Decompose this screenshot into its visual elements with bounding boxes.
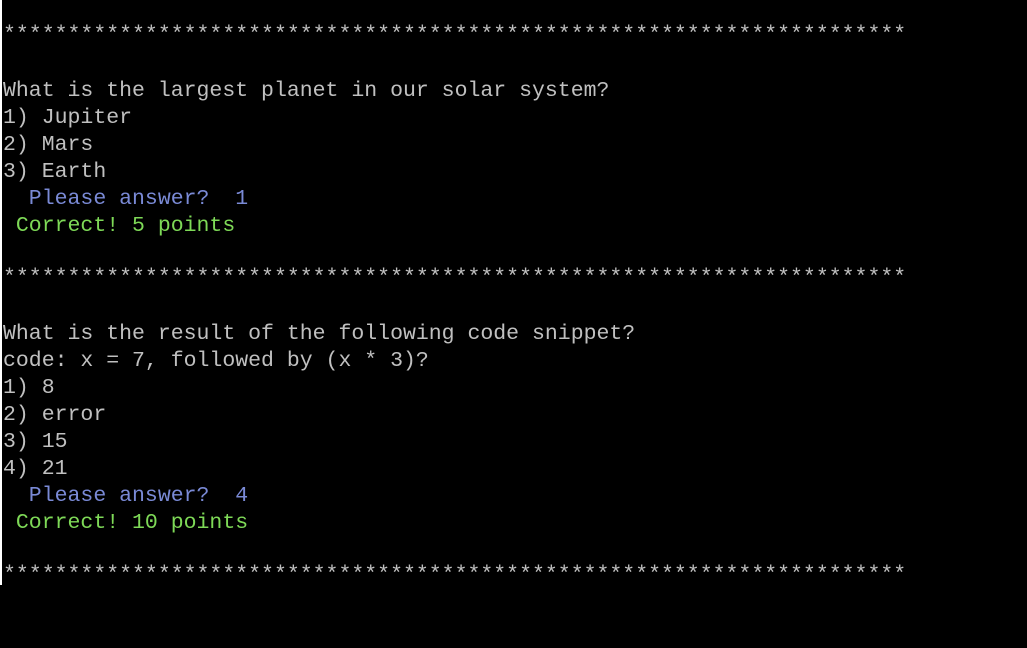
question-2-text: What is the result of the following code… xyxy=(3,322,636,346)
question-2-option-4: 4) 21 xyxy=(3,457,68,481)
cursor-edge xyxy=(0,0,2,585)
separator-line: ****************************************… xyxy=(3,266,907,290)
question-2-answer-prompt[interactable]: Please answer? 4 xyxy=(3,483,248,510)
terminal-window[interactable]: ****************************************… xyxy=(0,0,1027,587)
question-2-option-3: 3) 15 xyxy=(3,430,68,454)
question-1-answer-prompt[interactable]: Please answer? 1 xyxy=(3,186,248,213)
question-1-option-3: 3) Earth xyxy=(3,160,107,184)
separator-line: ****************************************… xyxy=(3,23,907,47)
question-1-result: Correct! 5 points xyxy=(3,214,236,238)
question-2-option-2: 2) error xyxy=(3,403,107,427)
question-1-text: What is the largest planet in our solar … xyxy=(3,79,610,103)
question-2-result: Correct! 10 points xyxy=(3,511,249,535)
question-1-option-1: 1) Jupiter xyxy=(3,106,133,130)
question-1-option-2: 2) Mars xyxy=(3,133,94,157)
question-2-option-1: 1) 8 xyxy=(3,376,55,400)
question-2-code: code: x = 7, followed by (x * 3)? xyxy=(3,349,429,373)
